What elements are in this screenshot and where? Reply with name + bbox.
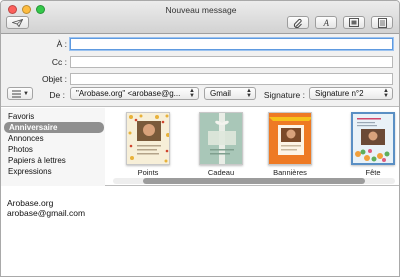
paper-plane-icon — [12, 18, 23, 27]
header-options-menu[interactable]: ▼ — [7, 87, 33, 100]
from-value: "Arobase.org" <arobase@g... — [76, 89, 181, 98]
message-body[interactable]: Arobase.org arobase@gmail.com — [1, 187, 399, 276]
subject-label: Objet : — [41, 74, 67, 84]
font-a-icon: A — [322, 18, 329, 27]
signature-email: arobase@gmail.com — [7, 208, 86, 218]
from-select[interactable]: "Arobase.org" <arobase@g... ▲ ▼ — [70, 87, 199, 100]
scrollbar-thumb[interactable] — [143, 178, 365, 184]
template-bannieres[interactable]: Bannières — [265, 112, 315, 177]
template-cadeau[interactable]: Cadeau — [196, 112, 246, 177]
signature-block: Arobase.org arobase@gmail.com — [7, 198, 85, 218]
window-title: Nouveau message — [165, 5, 237, 15]
template-label: Fête — [365, 168, 381, 177]
template-thumbnail — [268, 112, 312, 165]
category-favoris[interactable]: Favoris — [8, 111, 34, 122]
template-thumbnail — [199, 112, 243, 165]
cc-label: Cc : — [51, 57, 67, 67]
category-photos[interactable]: Photos — [8, 144, 33, 155]
template-points[interactable]: Points — [123, 112, 173, 177]
to-field[interactable] — [70, 38, 393, 50]
photo-browser-button[interactable] — [343, 16, 365, 29]
category-annonces[interactable]: Annonces — [8, 133, 44, 144]
stationery-categories: Favoris Anniversaire Annonces Photos Pap… — [1, 108, 105, 186]
category-papiers[interactable]: Papiers à lettres — [8, 155, 66, 166]
category-expressions[interactable]: Expressions — [8, 166, 52, 177]
template-thumbnail — [126, 112, 170, 165]
stationery-scrollbar[interactable] — [113, 178, 395, 184]
signature-label: Signature : — [263, 90, 305, 100]
stationery-button[interactable] — [371, 16, 393, 29]
photo-browser-icon — [349, 18, 359, 27]
paperclip-icon — [293, 18, 302, 28]
format-button[interactable]: A — [315, 16, 337, 29]
compose-window: Nouveau message A À: Cc: Objet: ▼ De … — [0, 0, 400, 277]
list-icon — [12, 90, 21, 98]
cc-field[interactable] — [70, 56, 393, 68]
template-label: Points — [137, 168, 159, 177]
chevron-updown-icon: ▲ ▼ — [189, 88, 195, 99]
chevron-updown-icon: ▲ ▼ — [246, 88, 252, 99]
signature-value: Signature n°2 — [315, 89, 364, 98]
toolbar: Nouveau message A — [1, 1, 399, 34]
stationery-panel: Favoris Anniversaire Annonces Photos Pap… — [1, 108, 399, 186]
template-label: Cadeau — [207, 168, 235, 177]
chevron-updown-icon: ▲ ▼ — [383, 88, 389, 99]
from-label: De : — [49, 90, 65, 100]
chevron-down-icon: ▼ — [23, 91, 29, 97]
account-value: Gmail — [210, 89, 231, 98]
account-select[interactable]: Gmail ▲ ▼ — [204, 87, 256, 100]
signature-name: Arobase.org — [7, 198, 54, 208]
subject-field[interactable] — [70, 73, 393, 85]
signature-select[interactable]: Signature n°2 ▲ ▼ — [309, 87, 393, 100]
svg-text:A: A — [322, 18, 329, 27]
attach-button[interactable] — [287, 16, 309, 29]
stationery-icon — [377, 17, 387, 28]
template-thumbnail — [351, 112, 395, 165]
template-label: Bannières — [273, 168, 307, 177]
category-anniversaire[interactable]: Anniversaire — [4, 122, 104, 133]
send-button[interactable] — [6, 16, 29, 29]
to-label: À : — [56, 39, 67, 49]
template-fete[interactable]: Fête — [348, 112, 398, 177]
